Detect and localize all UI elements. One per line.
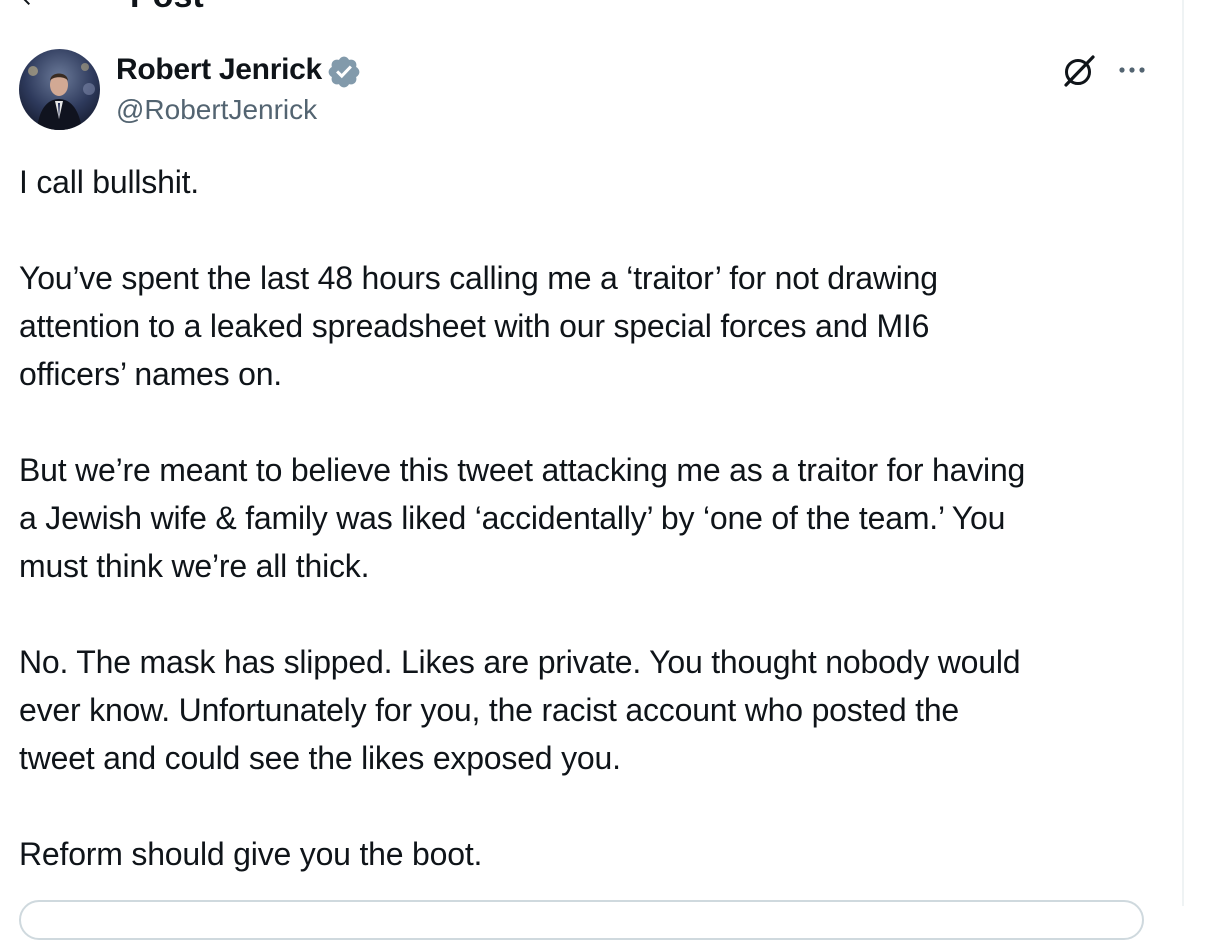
post-line: a Jewish wife & family was liked ‘accide…: [19, 500, 1006, 536]
quoted-post-card[interactable]: [19, 900, 1144, 940]
post-paragraph: Reform should give you the boot.: [19, 830, 1169, 878]
post-text: I call bullshit. You’ve spent the last 4…: [19, 158, 1169, 926]
more-horizontal-icon[interactable]: [1114, 58, 1150, 82]
post-line: ever know. Unfortunately for you, the ra…: [19, 692, 960, 728]
post-line: Reform should give you the boot.: [19, 836, 483, 872]
post-header: Post: [0, 0, 600, 15]
post-line: tweet and could see the likes exposed yo…: [19, 740, 621, 776]
post-paragraph: I call bullshit.: [19, 158, 1169, 206]
post-line: You’ve spent the last 48 hours calling m…: [19, 260, 938, 296]
verified-badge-icon: [328, 56, 360, 88]
post-line: No. The mask has slipped. Likes are priv…: [19, 644, 1021, 680]
post-paragraph: You’ve spent the last 48 hours calling m…: [19, 254, 1169, 398]
avatar-image: [19, 49, 100, 130]
post-line: officers’ names on.: [19, 356, 282, 392]
post-line: must think we’re all thick.: [19, 548, 370, 584]
post-line: I call bullshit.: [19, 164, 199, 200]
author-handle[interactable]: @RobertJenrick: [116, 92, 317, 128]
post-paragraph: But we’re meant to believe this tweet at…: [19, 446, 1169, 590]
author-name[interactable]: Robert Jenrick: [116, 52, 322, 88]
grok-icon[interactable]: [1058, 50, 1100, 92]
arrow-left-icon[interactable]: [18, 0, 42, 10]
post-paragraph: No. The mask has slipped. Likes are priv…: [19, 638, 1169, 782]
post-line: attention to a leaked spreadsheet with o…: [19, 308, 930, 344]
avatar[interactable]: [19, 49, 100, 130]
page-title: Post: [130, 0, 204, 16]
post-line: But we’re meant to believe this tweet at…: [19, 452, 1026, 488]
column-divider: [1182, 0, 1184, 906]
